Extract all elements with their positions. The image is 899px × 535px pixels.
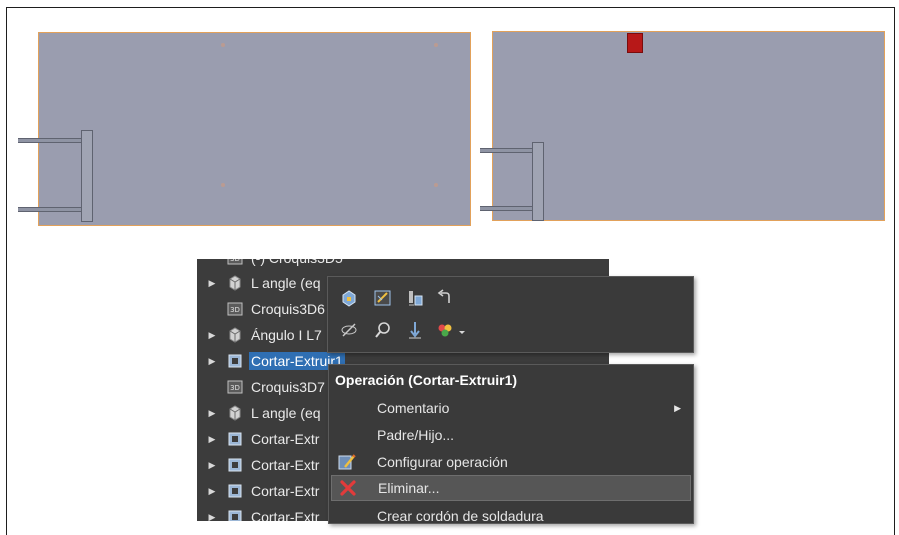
context-toolbar bbox=[327, 276, 694, 353]
expand-arrow-icon[interactable]: ▶ bbox=[206, 486, 218, 497]
dropdown-arrow-icon[interactable] bbox=[456, 321, 468, 343]
tree-item-label: (-) Croquis3D5 bbox=[249, 259, 345, 267]
expand-arrow-icon[interactable]: ▶ bbox=[206, 408, 218, 419]
configure-feature-icon bbox=[335, 451, 359, 473]
plate-panel[interactable] bbox=[38, 32, 471, 226]
svg-text:3D: 3D bbox=[230, 306, 240, 314]
cut-extrude-icon bbox=[227, 457, 243, 473]
rollback-icon[interactable] bbox=[434, 287, 456, 309]
svg-text:3D: 3D bbox=[230, 384, 240, 392]
weldment-icon bbox=[227, 327, 243, 343]
end-plate[interactable] bbox=[532, 142, 544, 221]
tree-item-label: L angle (eq bbox=[251, 405, 321, 421]
edit-feature-icon[interactable] bbox=[338, 287, 360, 309]
tree-item-label: Cortar-Extr bbox=[251, 509, 320, 521]
vertex-marker bbox=[434, 183, 438, 187]
cut-extrude-icon bbox=[227, 353, 243, 369]
menu-item-comentario[interactable]: Comentario ▶ bbox=[331, 395, 691, 421]
expand-arrow-icon[interactable]: ▶ bbox=[206, 278, 218, 289]
expand-arrow-icon[interactable]: ▶ bbox=[206, 434, 218, 445]
edit-sketch-icon[interactable] bbox=[372, 287, 394, 309]
expand-arrow-icon[interactable]: ▶ bbox=[206, 330, 218, 341]
tree-item-label: Ángulo I L7 bbox=[251, 327, 322, 343]
angle-beam[interactable] bbox=[480, 206, 540, 211]
tree-item-label: Croquis3D7 bbox=[251, 379, 325, 395]
tree-item-label: Cortar-Extr bbox=[251, 483, 320, 499]
sketch-icon: 3D bbox=[227, 259, 243, 266]
menu-title: Operación (Cortar-Extruir1) bbox=[335, 372, 518, 388]
move-rollback-bar-icon[interactable] bbox=[404, 319, 426, 341]
weldment-icon bbox=[227, 405, 243, 421]
menu-item-label: Crear cordón de soldadura bbox=[377, 508, 544, 524]
submenu-arrow-icon: ▶ bbox=[674, 402, 681, 413]
menu-item-eliminar[interactable]: Eliminar... bbox=[331, 475, 691, 501]
cad-viewport-right[interactable] bbox=[478, 30, 887, 223]
tree-item-label: L angle (eq bbox=[251, 275, 321, 291]
vertex-marker bbox=[221, 43, 225, 47]
suppress-icon[interactable] bbox=[404, 287, 426, 309]
hide-icon[interactable] bbox=[338, 319, 360, 341]
appearance-icon[interactable] bbox=[434, 319, 456, 341]
svg-text:3D: 3D bbox=[230, 259, 240, 263]
cut-extrude-icon bbox=[227, 483, 243, 499]
cad-viewport-left[interactable] bbox=[18, 30, 473, 228]
tree-item-label: Cortar-Extr bbox=[251, 431, 320, 447]
end-plate[interactable] bbox=[81, 130, 93, 222]
vertex-marker bbox=[434, 43, 438, 47]
menu-icon-empty bbox=[335, 397, 359, 419]
sketch-icon: 3D bbox=[227, 301, 243, 317]
selected-cut-feature[interactable] bbox=[627, 33, 643, 53]
angle-beam[interactable] bbox=[480, 148, 540, 153]
expand-arrow-icon[interactable]: ▶ bbox=[206, 512, 218, 522]
menu-item-label: Padre/Hijo... bbox=[377, 427, 455, 443]
tree-item-label: Cortar-Extr bbox=[251, 457, 320, 473]
menu-icon-empty bbox=[335, 424, 359, 446]
vertex-marker bbox=[221, 183, 225, 187]
sketch-icon: 3D bbox=[227, 379, 243, 395]
tree-item-label: Croquis3D6 bbox=[251, 301, 325, 317]
angle-beam[interactable] bbox=[18, 138, 82, 143]
menu-item-label: Comentario bbox=[377, 400, 450, 416]
delete-icon bbox=[336, 477, 360, 499]
cut-extrude-icon bbox=[227, 431, 243, 447]
weldment-icon bbox=[227, 275, 243, 291]
expand-arrow-icon[interactable]: ▶ bbox=[206, 460, 218, 471]
menu-item-label: Configurar operación bbox=[377, 454, 508, 470]
menu-icon-empty bbox=[335, 505, 359, 523]
menu-item-label: Eliminar... bbox=[378, 480, 440, 496]
menu-item-crear-cordon[interactable]: Crear cordón de soldadura bbox=[331, 503, 691, 524]
cut-extrude-icon bbox=[227, 509, 243, 521]
angle-beam[interactable] bbox=[18, 207, 82, 212]
menu-item-configurar-operacion[interactable]: Configurar operación bbox=[331, 449, 691, 475]
menu-item-padre-hijo[interactable]: Padre/Hijo... bbox=[331, 422, 691, 448]
expand-arrow-icon[interactable]: ▶ bbox=[206, 356, 218, 367]
zoom-to-selection-icon[interactable] bbox=[372, 319, 394, 341]
plate-panel[interactable] bbox=[492, 31, 885, 221]
context-menu: Operación (Cortar-Extruir1) Comentario ▶… bbox=[328, 364, 694, 524]
